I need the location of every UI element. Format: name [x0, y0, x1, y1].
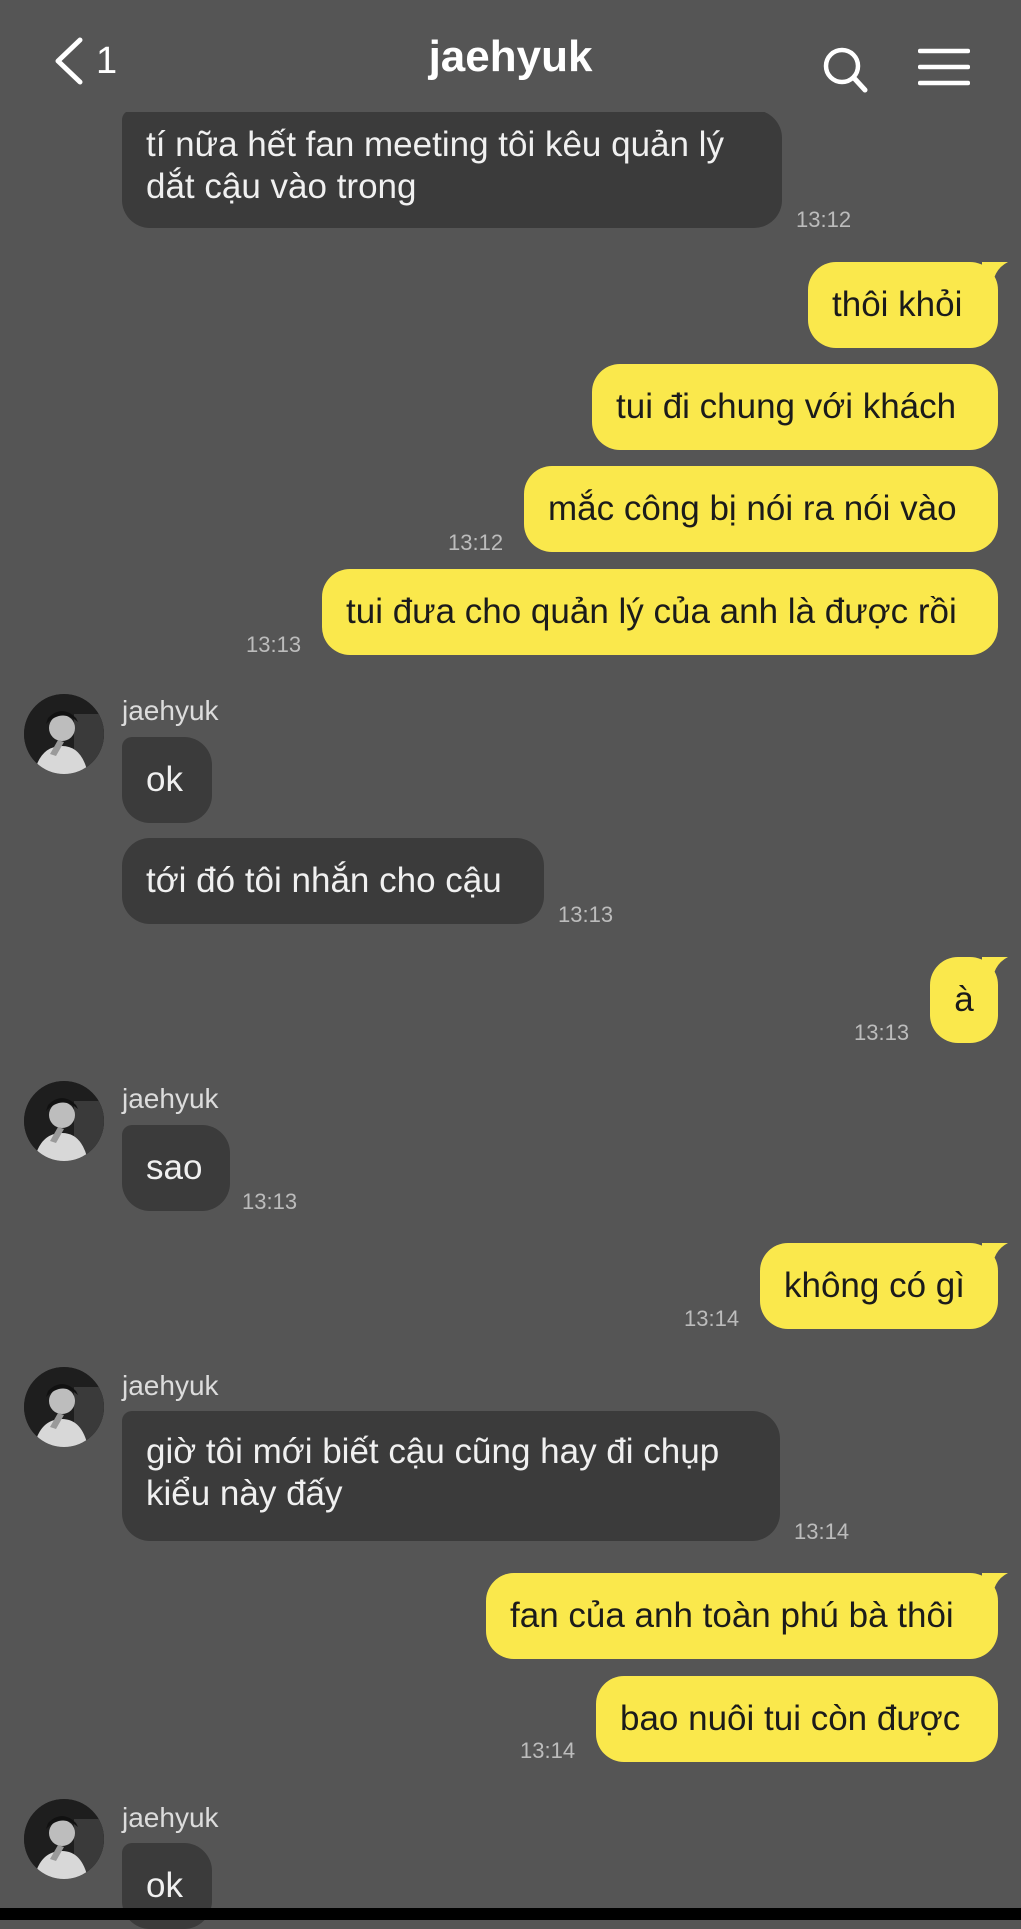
avatar[interactable] [24, 1367, 104, 1447]
message-bubble[interactable]: tới đó tôi nhắn cho cậu [122, 838, 544, 924]
message-incoming[interactable]: tí nữa hết fan meeting tôi kêu quản lý d… [122, 110, 782, 228]
message-bubble[interactable]: fan của anh toàn phú bà thôi [486, 1573, 998, 1659]
avatar[interactable] [24, 1799, 104, 1879]
message-bubble[interactable]: thôi khỏi [808, 262, 998, 348]
message-time: 13:13 [854, 1020, 910, 1045]
bottom-edge [0, 1908, 1021, 1920]
message-outgoing[interactable]: bao nuôi tui còn được [596, 1676, 998, 1762]
avatar[interactable] [24, 1081, 104, 1161]
bubble-tail [982, 957, 1008, 987]
message-bubble[interactable]: tui đưa cho quản lý của anh là được rồi [322, 569, 998, 655]
message-outgoing[interactable]: fan của anh toàn phú bà thôi [486, 1573, 1008, 1659]
message-incoming[interactable]: ok [122, 737, 212, 823]
message-outgoing[interactable]: tui đưa cho quản lý của anh là được rồi [322, 569, 998, 655]
message-bubble[interactable]: tí nữa hết fan meeting tôi kêu quản lý d… [122, 110, 782, 228]
message-time: 13:14 [794, 1519, 850, 1544]
message-time: 13:12 [796, 207, 852, 232]
message-time: 13:13 [242, 1189, 298, 1214]
sender-name: jaehyuk [122, 1802, 219, 1833]
message-outgoing[interactable]: thôi khỏi [808, 262, 1008, 348]
bubble-tail [982, 262, 1008, 292]
message-time: 13:12 [448, 530, 504, 555]
message-bubble[interactable]: tui đi chung với khách [592, 364, 998, 450]
profile-photo [24, 1367, 104, 1447]
message-time: 13:14 [520, 1738, 576, 1763]
search-icon[interactable] [822, 46, 868, 96]
message-outgoing[interactable]: à [930, 957, 1008, 1043]
sender-name: jaehyuk [122, 1083, 219, 1114]
message-bubble[interactable]: giờ tôi mới biết cậu cũng hay đi chụp ki… [122, 1411, 780, 1541]
message-outgoing[interactable]: không có gì [760, 1243, 1008, 1329]
profile-photo [24, 1081, 104, 1161]
message-bubble[interactable]: bao nuôi tui còn được [596, 1676, 998, 1762]
message-bubble[interactable]: không có gì [760, 1243, 998, 1329]
profile-photo [24, 694, 104, 774]
chat-header: 1 jaehyuk [0, 0, 1021, 112]
message-time: 13:14 [684, 1306, 740, 1331]
message-bubble[interactable]: mắc công bị nói ra nói vào [524, 466, 998, 552]
message-incoming[interactable]: giờ tôi mới biết cậu cũng hay đi chụp ki… [122, 1411, 780, 1541]
message-incoming[interactable]: tới đó tôi nhắn cho cậu [122, 838, 544, 924]
profile-photo [24, 1799, 104, 1879]
message-time: 13:13 [558, 902, 614, 927]
sender-name: jaehyuk [122, 1370, 219, 1401]
message-time: 13:13 [246, 632, 302, 657]
hamburger-menu-icon[interactable] [918, 46, 970, 88]
chat-screen: 1 jaehyuk tí nữa hết fan meeting tôi kêu… [0, 0, 1021, 1929]
message-outgoing[interactable]: tui đi chung với khách [592, 364, 998, 450]
avatar[interactable] [24, 694, 104, 774]
bubble-tail [982, 1573, 1008, 1603]
message-bubble[interactable]: sao [122, 1125, 230, 1211]
message-bubble[interactable]: ok [122, 737, 212, 823]
message-outgoing[interactable]: mắc công bị nói ra nói vào [524, 466, 998, 552]
message-incoming[interactable]: sao [122, 1125, 230, 1211]
bubble-tail [982, 1243, 1008, 1273]
sender-name: jaehyuk [122, 695, 219, 726]
